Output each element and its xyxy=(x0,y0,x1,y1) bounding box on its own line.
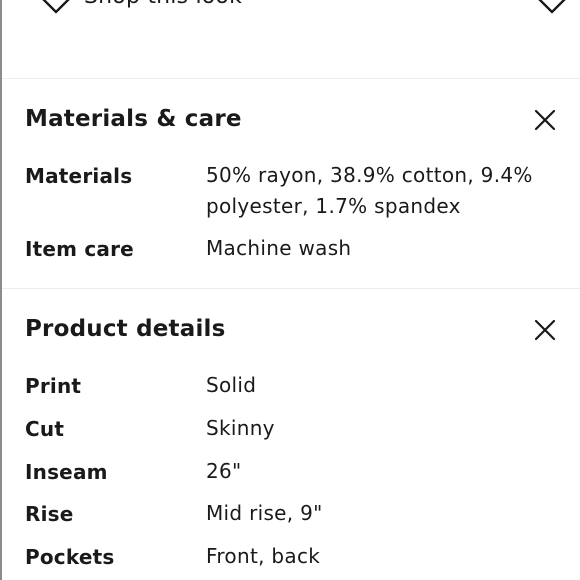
row-label: Print xyxy=(25,374,82,398)
tag-icon xyxy=(34,0,78,22)
section-divider xyxy=(2,288,580,289)
row-value: 50% rayon, 38.9% cotton, 9.4% polyester,… xyxy=(206,163,533,218)
shop-this-look-row[interactable]: Shop this look xyxy=(0,0,580,22)
row-value: Mid rise, 9" xyxy=(206,501,323,525)
shop-this-look-label: Shop this look xyxy=(84,0,242,9)
row-label: Cut xyxy=(25,417,65,441)
row-value: Machine wash xyxy=(206,236,352,260)
row-label: Item care xyxy=(25,237,134,261)
section-divider xyxy=(2,78,580,79)
row-label: Materials xyxy=(25,164,133,188)
tag-icon[interactable] xyxy=(530,0,574,22)
row-label: Rise xyxy=(25,502,74,526)
close-icon[interactable] xyxy=(533,318,557,342)
row-value: Solid xyxy=(206,373,257,397)
close-icon[interactable] xyxy=(533,108,557,132)
row-label: Inseam xyxy=(25,460,108,484)
row-value: 26" xyxy=(206,459,242,483)
row-value: Skinny xyxy=(206,416,275,440)
section-title: Product details xyxy=(25,316,226,342)
panel-left-border xyxy=(0,0,2,580)
section-title: Materials & care xyxy=(25,106,242,132)
row-label: Pockets xyxy=(25,545,115,569)
row-value: Front, back xyxy=(206,544,321,568)
